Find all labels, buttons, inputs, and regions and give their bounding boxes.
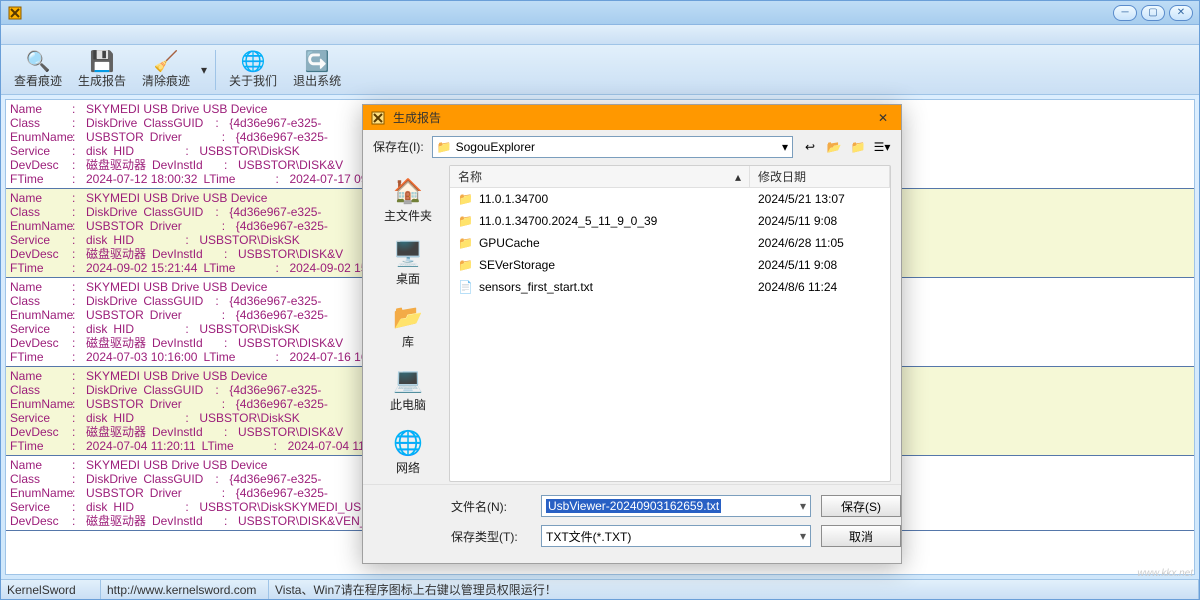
thispc-icon: 💻: [392, 364, 424, 396]
new-folder-button[interactable]: 📁: [849, 138, 867, 156]
magnifier-icon: 🔍: [26, 50, 51, 72]
filename-input[interactable]: UsbViewer-20240903162659.txt ▾: [541, 495, 811, 517]
place-desktop[interactable]: 🖥️ 桌面: [373, 232, 443, 293]
dialog-body: 🏠 主文件夹 🖥️ 桌面 📂 库 💻 此电脑 🌐 网络: [363, 163, 901, 484]
close-button[interactable]: ✕: [1169, 5, 1193, 21]
globe-icon: 🌐: [241, 50, 266, 72]
dialog-title: 生成报告: [393, 109, 873, 126]
status-msg: Vista、Win7请在程序图标上右键以管理员权限运行！: [269, 580, 1199, 599]
file-list: 📁 11.0.1.34700 2024/5/21 13:07 📁 11.0.1.3470…: [450, 188, 890, 481]
filetype-select[interactable]: TXT文件(*.TXT) ▾: [541, 525, 811, 547]
place-library[interactable]: 📂 库: [373, 295, 443, 356]
titlebar: ─ ▢ ✕: [1, 1, 1199, 25]
file-row[interactable]: 📁 GPUCache 2024/6/28 11:05: [450, 232, 890, 254]
view-menu-button[interactable]: ☰▾: [873, 138, 891, 156]
chevron-down-icon: ▾: [800, 529, 806, 543]
file-name: sensors_first_start.txt: [479, 280, 593, 294]
view-trace-label: 查看痕迹: [14, 72, 62, 89]
file-row[interactable]: 📁 11.0.1.34700.2024_5_11_9_0_39 2024/5/11 …: [450, 210, 890, 232]
file-browser: 名称 ▴ 修改日期 📁 11.0.1.34700 2024/5/21 13:07 📁 1…: [449, 165, 891, 482]
file-header: 名称 ▴ 修改日期: [450, 166, 890, 188]
file-row[interactable]: 📁 SEVerStorage 2024/5/11 9:08: [450, 254, 890, 276]
col-date[interactable]: 修改日期: [750, 166, 890, 187]
library-icon: 📂: [392, 301, 424, 333]
file-icon: 📄: [458, 280, 473, 294]
clear-trace-label: 清除痕迹: [142, 72, 190, 89]
up-folder-button[interactable]: ↩: [801, 138, 819, 156]
file-date: 2024/6/28 11:05: [750, 236, 890, 250]
place-thispc[interactable]: 💻 此电脑: [373, 358, 443, 419]
folder-icon: 📁: [458, 258, 473, 272]
folder-icon: 📁: [437, 140, 452, 154]
statusbar: KernelSword http://www.kernelsword.com V…: [1, 579, 1199, 599]
status-left: KernelSword: [1, 580, 101, 599]
filetype-label: 保存类型(T):: [451, 528, 531, 545]
save-in-label: 保存在(I):: [373, 138, 424, 155]
minimize-button[interactable]: ─: [1113, 5, 1137, 21]
file-date: 2024/5/11 9:08: [750, 258, 890, 272]
cancel-button[interactable]: 取消: [821, 525, 901, 547]
file-date: 2024/5/21 13:07: [750, 192, 890, 206]
clear-trace-dropdown[interactable]: ▾: [199, 47, 209, 93]
folder-icon: 📁: [458, 192, 473, 206]
sort-up-icon: ▴: [735, 170, 741, 184]
toolbar: 🔍 查看痕迹 💾 生成报告 🧹 清除痕迹 ▾ 🌐 关于我们 ↪️ 退出系统: [1, 45, 1199, 95]
broom-icon: 🧹: [154, 50, 179, 72]
exit-label: 退出系统: [293, 72, 341, 89]
gen-report-button[interactable]: 💾 生成报告: [71, 47, 133, 93]
file-date: 2024/8/6 11:24: [750, 280, 890, 294]
file-row[interactable]: 📄 sensors_first_start.txt 2024/8/6 11:24: [450, 276, 890, 298]
folder-icon: 📁: [458, 214, 473, 228]
status-url[interactable]: http://www.kernelsword.com: [101, 580, 269, 599]
gen-report-label: 生成报告: [78, 72, 126, 89]
dialog-titlebar: 生成报告 ✕: [363, 105, 901, 130]
up-level-button[interactable]: 📂: [825, 138, 843, 156]
folder-icon: 📁: [458, 236, 473, 250]
maximize-button[interactable]: ▢: [1141, 5, 1165, 21]
exit-icon: ↪️: [305, 50, 330, 72]
menubar: [1, 25, 1199, 45]
exit-button[interactable]: ↪️ 退出系统: [286, 47, 348, 93]
network-icon: 🌐: [392, 427, 424, 459]
dialog-toolbar: 保存在(I): 📁 SogouExplorer ▾ ↩ 📂 📁 ☰▾: [363, 130, 901, 163]
location-combo[interactable]: 📁 SogouExplorer ▾: [432, 136, 793, 158]
about-label: 关于我们: [229, 72, 277, 89]
clear-trace-button[interactable]: 🧹 清除痕迹: [135, 47, 197, 93]
dialog-close-button[interactable]: ✕: [873, 108, 893, 128]
place-network[interactable]: 🌐 网络: [373, 421, 443, 482]
view-trace-button[interactable]: 🔍 查看痕迹: [7, 47, 69, 93]
place-home[interactable]: 🏠 主文件夹: [373, 169, 443, 230]
chevron-down-icon: ▾: [800, 499, 806, 513]
desktop-icon: 🖥️: [392, 238, 424, 270]
app-icon: [7, 5, 23, 21]
dialog-bottom: 文件名(N): UsbViewer-20240903162659.txt ▾ 保…: [363, 484, 901, 563]
location-value: SogouExplorer: [456, 140, 535, 154]
filename-label: 文件名(N):: [451, 498, 531, 515]
file-name: 11.0.1.34700.2024_5_11_9_0_39: [479, 214, 657, 228]
chevron-down-icon: ▾: [782, 140, 788, 154]
file-name: 11.0.1.34700: [479, 192, 548, 206]
about-button[interactable]: 🌐 关于我们: [222, 47, 284, 93]
watermark: www.kkx.net: [1137, 568, 1193, 579]
file-name: GPUCache: [479, 236, 540, 250]
file-name: SEVerStorage: [479, 258, 555, 272]
save-icon: 💾: [90, 50, 115, 72]
file-date: 2024/5/11 9:08: [750, 214, 890, 228]
save-button[interactable]: 保存(S): [821, 495, 901, 517]
save-dialog: 生成报告 ✕ 保存在(I): 📁 SogouExplorer ▾ ↩ 📂 📁 ☰…: [362, 104, 902, 564]
col-name[interactable]: 名称 ▴: [450, 166, 750, 187]
file-row[interactable]: 📁 11.0.1.34700 2024/5/21 13:07: [450, 188, 890, 210]
toolbar-separator: [215, 50, 216, 90]
home-icon: 🏠: [392, 175, 424, 207]
places-bar: 🏠 主文件夹 🖥️ 桌面 📂 库 💻 此电脑 🌐 网络: [373, 165, 443, 482]
dialog-icon: [371, 110, 387, 126]
